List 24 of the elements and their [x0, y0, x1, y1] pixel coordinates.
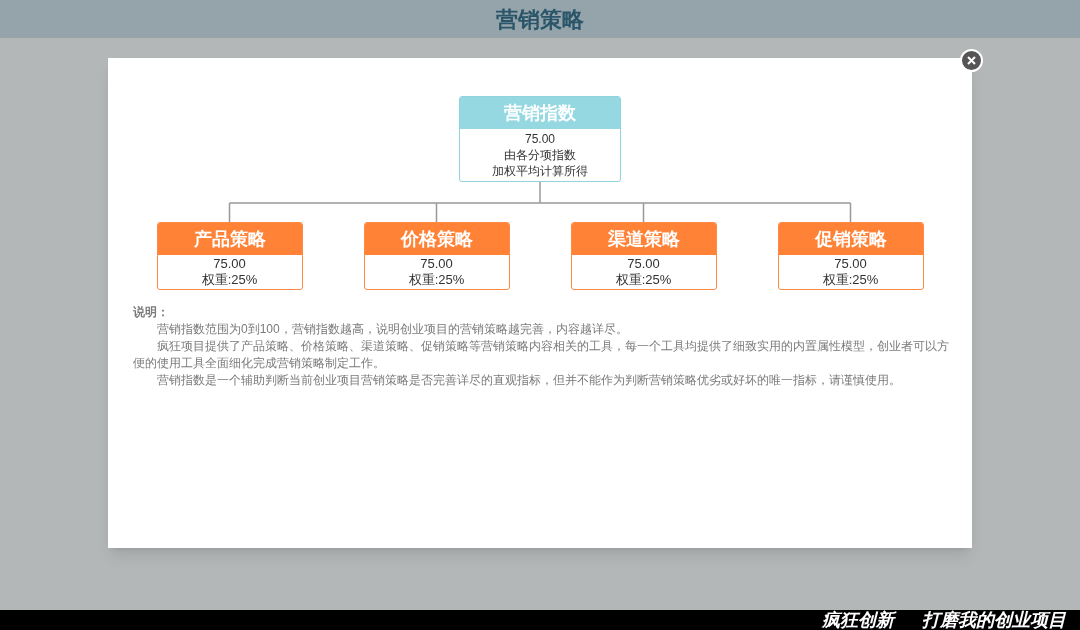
description-text: 加权平均计算所得 [492, 163, 588, 179]
node-title: 价格策略 [364, 223, 509, 255]
node-title: 促销策略 [778, 223, 923, 255]
close-icon [967, 56, 976, 65]
explanation-paragraph: 疯狂项目提供了产品策略、价格策略、渠道策略、促销策略等营销策略内容相关的工具，每一个工具均提供了细致实用的内置属性模型，创业者可以方便的使用工具全面细化完成营销策略制定工作。 [133, 338, 950, 372]
weight-text: 权重:25% [408, 272, 465, 288]
explanation-paragraph: 营销指数范围为0到100，营销指数越高，说明创业项目的营销策略越完善，内容越详尽。 [156, 321, 629, 338]
strategy-value: 75.00 [627, 256, 660, 272]
strategy-value: 75.00 [420, 256, 453, 272]
node-title: 产品策略 [157, 223, 302, 255]
explanation-paragraph: 营销指数是一个辅助判断当前创业项目营销策略是否完善详尽的直观指标，但并不能作为判断营销策略优劣或好坏的唯一指标，请谨慎使用。 [156, 372, 902, 389]
weight-text: 权重:25% [615, 272, 672, 288]
description-text: 由各分项指数 [504, 147, 576, 163]
node-title: 营销指数 [460, 97, 620, 129]
node-title: 渠道策略 [571, 223, 716, 255]
weight-text: 权重:25% [822, 272, 879, 288]
slogan-text: 打磨我的创业项目 [922, 610, 1066, 630]
index-value: 75.00 [525, 131, 555, 147]
page-title: 营销策略 [496, 5, 584, 34]
close-button[interactable] [960, 49, 983, 72]
strategy-value: 75.00 [213, 256, 246, 272]
strategy-value: 75.00 [834, 256, 867, 272]
explanation-heading: 说明： [133, 304, 170, 321]
weight-text: 权重:25% [201, 272, 258, 288]
